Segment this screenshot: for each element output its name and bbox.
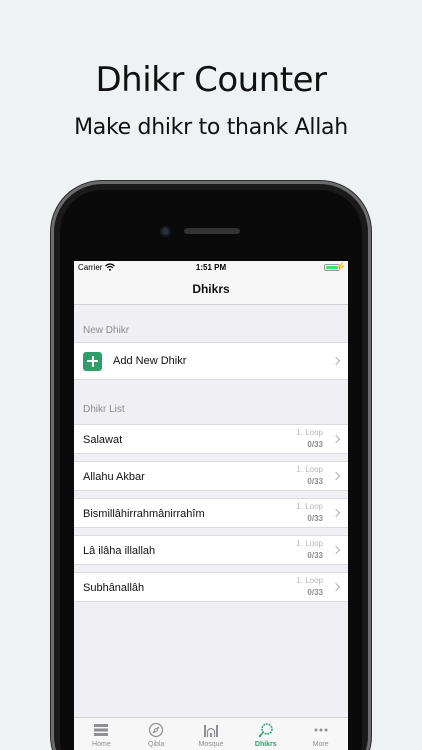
chevron-right-icon	[331, 434, 341, 444]
dhikr-loop: 1. Loop	[296, 539, 323, 548]
chevron-right-icon	[331, 545, 341, 555]
chevron-right-icon	[331, 508, 341, 518]
dhikr-loop: 1. Loop	[296, 465, 323, 474]
list-item[interactable]: Lâ ilâha illallah 1. Loop 0/33	[74, 535, 348, 565]
tab-label: Dhikrs	[254, 741, 277, 748]
dhikr-count: 0/33	[307, 588, 323, 597]
compass-icon	[149, 722, 164, 738]
tab-bar: Home Qibla Mosque Dhikrs More	[74, 717, 348, 750]
dhikr-count: 0/33	[307, 551, 323, 560]
tab-dhikrs[interactable]: Dhikrs	[238, 718, 293, 750]
mosque-icon	[203, 725, 218, 737]
speaker-grille	[184, 228, 240, 234]
dhikr-count: 0/33	[307, 477, 323, 486]
dhikr-name: Lâ ilâha illallah	[83, 545, 156, 557]
dhikr-count: 0/33	[307, 440, 323, 449]
hero-subtitle: Make dhikr to thank Allah	[74, 115, 348, 140]
nav-bar: Dhikrs	[74, 275, 348, 305]
tab-label: Qibla	[148, 741, 165, 748]
app-screen: Carrier 1:51 PM ⚡ Dhikrs New Dhikr Add N…	[74, 261, 348, 750]
add-new-dhikr-label: Add New Dhikr	[113, 355, 187, 367]
prayer-beads-icon	[258, 723, 273, 738]
status-bar: Carrier 1:51 PM ⚡	[74, 261, 348, 275]
camera-icon	[160, 226, 171, 237]
chevron-right-icon	[331, 356, 341, 366]
dhikr-name: Salawat	[83, 434, 123, 446]
new-dhikr-group: Add New Dhikr	[74, 342, 348, 380]
status-time: 1:51 PM	[195, 263, 227, 272]
dhikr-loop: 1. Loop	[296, 576, 323, 585]
tab-label: Home	[92, 741, 111, 748]
dhikr-loop: 1. Loop	[296, 502, 323, 511]
section-header-new-dhikr: New Dhikr	[83, 325, 130, 336]
tab-label: Mosque	[198, 741, 224, 748]
tab-label: More	[312, 741, 329, 748]
list-item[interactable]: Bismillâhirrahmânirrahîm 1. Loop 0/33	[74, 498, 348, 528]
list-item[interactable]: Allahu Akbar 1. Loop 0/33	[74, 461, 348, 491]
dhikr-list: Salawat 1. Loop 0/33 Allahu Akbar 1. Loo…	[74, 424, 348, 602]
chevron-right-icon	[331, 582, 341, 592]
chevron-right-icon	[331, 471, 341, 481]
page-title: Dhikrs	[192, 282, 230, 296]
dhikr-name: Subhânallâh	[83, 582, 145, 594]
dhikr-loop: 1. Loop	[296, 428, 323, 437]
tab-qibla[interactable]: Qibla	[129, 718, 184, 750]
more-icon	[314, 728, 328, 732]
add-new-dhikr-button[interactable]: Add New Dhikr	[74, 343, 348, 379]
tab-mosque[interactable]: Mosque	[184, 718, 239, 750]
dhikr-name: Allahu Akbar	[83, 471, 145, 483]
charging-bolt-icon: ⚡	[336, 262, 346, 271]
dhikr-name: Bismillâhirrahmânirrahîm	[83, 508, 205, 520]
dhikr-count: 0/33	[307, 514, 323, 523]
plus-icon	[83, 351, 102, 371]
tab-more[interactable]: More	[293, 718, 348, 750]
list-item[interactable]: Salawat 1. Loop 0/33	[74, 424, 348, 454]
tab-home[interactable]: Home	[74, 718, 129, 750]
hero-title: Dhikr Counter	[95, 60, 327, 100]
section-header-dhikr-list: Dhikr List	[83, 404, 125, 415]
home-icon	[94, 724, 109, 736]
list-item[interactable]: Subhânallâh 1. Loop 0/33	[74, 572, 348, 602]
